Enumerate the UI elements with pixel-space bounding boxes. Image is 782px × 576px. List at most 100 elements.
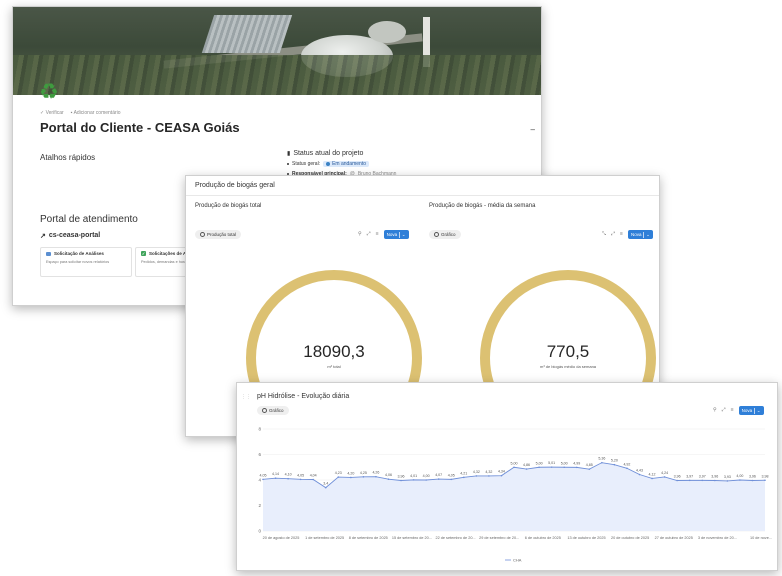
chevron-down-icon: ⌄ [756,407,761,413]
ph-data-point [312,478,314,481]
ph-data-point [651,477,653,480]
ph-data-point [588,468,591,470]
ph-data-label: 5,00 [511,461,518,465]
drag-handle-icon[interactable]: ⋮⋮ [241,394,251,400]
add-comment-action[interactable]: ▪ Adicionar comentário [71,110,121,116]
ph-data-point [450,478,453,481]
status-general-value: Em andamento [332,161,366,167]
ph-data-label: 5,00 [536,461,543,465]
ph-toolbar: ⚲ ⤢ ≡ Nova ⌄ [713,406,764,415]
portal-link[interactable]: ↗ cs-ceasa-portal [40,232,100,240]
ph-data-point [412,479,415,481]
ph-data-label: 4,01 [410,474,417,478]
ph-data-label: 4,86 [523,463,530,467]
total-value: 18090,3 [303,342,365,361]
ph-data-label: 3,93 [724,475,731,479]
collapse-dash-icon[interactable]: – [531,125,535,134]
ph-data-label: 4,05 [448,473,455,477]
ph-data-label: 3,4 [323,482,328,486]
weekly-new-button[interactable]: Nova ⌄ [627,230,653,239]
ph-data-point [550,466,553,468]
x-tick-label: 27 de outubro de 2025 [655,536,693,540]
more-icon[interactable]: ≡ [731,408,734,413]
ph-data-label: 3,97 [686,474,693,478]
ph-data-label: 4,12 [649,472,656,476]
resize-icon[interactable]: ⤡ [602,232,606,237]
expand-icon[interactable]: ⤢ [611,232,615,237]
ph-data-point [575,466,578,469]
total-view-chip[interactable]: Produção total [195,230,242,239]
ph-data-point [500,474,503,477]
x-tick-label: 20 de outubro de 2025 [611,536,649,540]
ph-data-label: 4,25 [360,471,367,475]
ph-data-label: 4,32 [485,470,492,474]
ph-data-point [726,480,729,482]
weekly-chip-label: Gráfico [441,232,456,237]
ph-data-label: 4,05 [297,473,304,477]
new-label: Nova [741,408,753,413]
ph-data-label: 4,85 [586,463,593,467]
card-solicitacao-analises[interactable]: Solicitação de Análises Espaço para soli… [40,247,132,277]
ph-data-point [626,467,628,470]
ph-data-point [337,476,340,478]
ph-data-point [563,466,565,469]
ph-line-chart: 0 2 4 6 8 4,05 4,14 4,10 4,05 4,04 3,4 4,23 4,20 4,25… [258,427,772,563]
ph-data-label: 4,43 [636,469,643,473]
button-separator [754,407,755,414]
x-tick-label: 3 de novembro de 20... [698,536,737,540]
status-general-label: Status geral: [292,161,321,167]
ph-data-label: 3,96 [398,475,405,479]
ph-data-label: 3,98 [762,474,769,478]
button-separator [643,231,645,238]
ph-data-label: 3,96 [711,475,718,479]
ph-data-point [525,468,528,470]
weekly-unit: m³ de biogás médio da semana [539,364,597,369]
ph-chip-label: Gráfico [269,408,284,413]
verify-action[interactable]: ✓ Verificar [40,110,64,116]
ph-data-point [299,478,302,481]
ph-data-label: 5,36 [598,457,605,461]
ph-data-point [475,475,478,477]
x-tick-label: 10 de nove... [750,536,772,540]
ph-data-label: 4,23 [335,471,342,475]
total-toolbar: ⚲ ⤢ ≡ Nova ⌄ [358,230,409,239]
expand-icon[interactable]: ⤢ [367,232,371,237]
chevron-down-icon: ⌄ [646,231,650,237]
y-tick-label: 6 [258,452,261,457]
ph-data-label: 4,20 [347,471,354,475]
verify-label: Verificar [45,110,64,116]
total-new-button[interactable]: Nova ⌄ [383,230,409,239]
weekly-subtitle: Produção de biogás - média da semana [429,203,536,209]
ph-data-label: 3,97 [699,474,706,478]
y-tick-label: 4 [258,478,261,483]
new-label: Nova [630,232,642,237]
ph-data-point [350,476,352,479]
ph-view-chip[interactable]: Gráfico [257,406,289,415]
ph-data-point [488,475,490,477]
ph-data-point [676,479,678,482]
filter-icon[interactable]: ⚲ [358,232,362,237]
y-tick-label: 2 [258,503,261,508]
weekly-value: 770,5 [546,342,590,361]
ph-data-point [387,478,390,481]
ph-data-label: 4,24 [661,471,668,475]
ph-data-label: 4,92 [623,462,630,466]
x-tick-label: 15 de setembro de 20... [392,536,432,540]
cover-grass [13,55,541,95]
x-tick-label: 22 de setembro de 20... [435,536,475,540]
ph-new-button[interactable]: Nova ⌄ [738,406,764,415]
card-title: Solicitações de At [149,251,188,256]
more-icon[interactable]: ≡ [376,232,379,237]
bullet-icon [287,163,289,165]
ph-data-point [739,479,741,481]
expand-icon[interactable]: ⤢ [722,408,726,413]
ph-data-point [538,466,540,469]
ph-data-point [262,478,264,481]
weekly-view-chip[interactable]: Gráfico [429,230,461,239]
ph-data-label: 4,26 [372,471,379,475]
more-icon[interactable]: ≡ [620,232,623,237]
portal-link-label: cs-ceasa-portal [48,232,101,239]
ph-data-label: 4,00 [736,474,743,478]
filter-icon[interactable]: ⚲ [713,408,717,413]
ph-data-label: 4,32 [473,470,480,474]
